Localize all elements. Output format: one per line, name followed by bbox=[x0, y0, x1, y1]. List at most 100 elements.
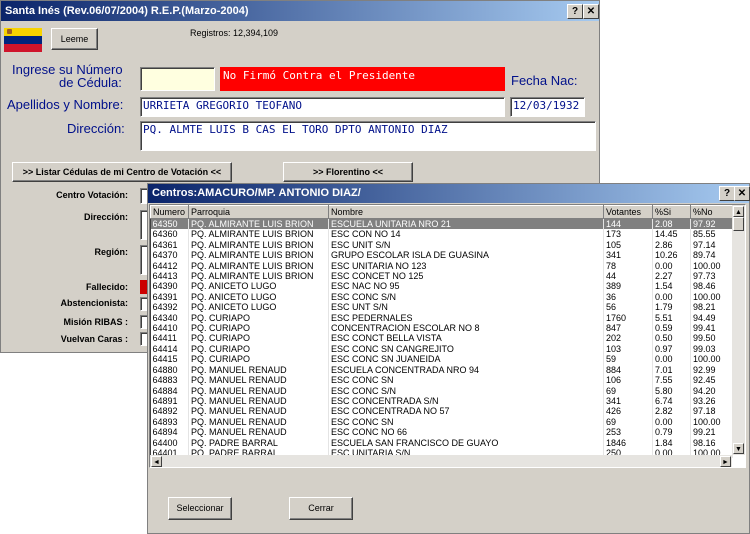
direccion-field[interactable]: PQ. ALMTE LUIS B CAS EL TORO DPTO ANTONI… bbox=[140, 121, 596, 151]
table-row[interactable]: 64880 PQ. MANUEL RENAUD ESCUELA CONCENTRAD… bbox=[150, 364, 733, 376]
cerrar-button[interactable]: Cerrar bbox=[289, 497, 353, 520]
table-row[interactable]: 64414 PQ. CURIAPO ESC CONC SN CANGREJITO 10… bbox=[150, 343, 733, 355]
table-cell: PQ. CURIAPO bbox=[188, 312, 329, 324]
table-cell: 884 bbox=[603, 364, 653, 376]
nombre-field[interactable]: URRIETA GREGORIO TEOFANO bbox=[140, 97, 505, 117]
table-row[interactable]: 64350 PQ. ALMIRANTE LUIS BRION ESCUELA UNI… bbox=[150, 218, 733, 230]
table-cell: PQ. ALMIRANTE LUIS BRION bbox=[188, 229, 329, 240]
table-row[interactable]: 64892 PQ. MANUEL RENAUD ESC CONCENTRADA NO… bbox=[150, 406, 733, 417]
table-row[interactable]: 64370 PQ. ALMIRANTE LUIS BRION GRUPO ESCOL… bbox=[150, 250, 733, 261]
table-cell: 64883 bbox=[150, 375, 189, 386]
table-row[interactable]: 64410 PQ. CURIAPO CONCENTRACION ESCOLAR NO… bbox=[150, 323, 733, 334]
column-header-nombre[interactable]: Nombre bbox=[328, 205, 604, 219]
table-cell: PQ. MANUEL RENAUD bbox=[188, 427, 329, 438]
seleccionar-button[interactable]: Seleccionar bbox=[168, 497, 232, 520]
table-row[interactable]: 64893 PQ. MANUEL RENAUD ESC CONC SN 69 0.00 1… bbox=[150, 416, 733, 428]
table-row[interactable]: 64894 PQ. MANUEL RENAUD ESC CONC NO 66 253 0… bbox=[150, 427, 733, 438]
centros-titlebar[interactable]: Centros:AMACURO/MP. ANTONIO DIAZ/ bbox=[148, 184, 749, 203]
centros-close-button[interactable]: ✕ bbox=[734, 186, 750, 201]
table-row[interactable]: 64891 PQ. MANUEL RENAUD ESC CONCENTRADA S/… bbox=[150, 395, 733, 407]
table-cell: PQ. CURIAPO bbox=[188, 354, 329, 365]
table-cell: ESC CONC SN bbox=[328, 416, 604, 428]
table-cell: 56 bbox=[603, 302, 653, 313]
table-cell: ESC CON NO 14 bbox=[328, 229, 604, 240]
table-cell: PQ. ALMIRANTE LUIS BRION bbox=[188, 260, 329, 272]
table-cell: 69 bbox=[603, 385, 653, 396]
flag-coat-of-arms bbox=[7, 29, 12, 34]
table-cell: ESC CONCT BELLA VISTA bbox=[328, 333, 604, 344]
table-cell: ESC CONC S/N bbox=[328, 291, 604, 303]
column-header-no[interactable]: %No bbox=[690, 205, 733, 219]
centros-help-button[interactable]: ? bbox=[719, 186, 735, 201]
table-cell: ESC UNITARIA NO 123 bbox=[328, 260, 604, 272]
table-row[interactable]: 64392 PQ. ANICETO LUGO ESC UNT S/N 56 1.79 98… bbox=[150, 302, 733, 313]
vertical-scrollbar[interactable] bbox=[732, 205, 745, 455]
centros-title: Centros:AMACURO/MP. ANTONIO DIAZ/ bbox=[152, 187, 361, 199]
table-row[interactable]: 64412 PQ. ALMIRANTE LUIS BRION ESC UNITARI… bbox=[150, 260, 733, 272]
vuelvan-caras-label: Vuelvan Caras : bbox=[60, 334, 128, 344]
table-cell: 0.00 bbox=[652, 260, 691, 272]
fecha-nac-field[interactable]: 12/03/1932 bbox=[510, 97, 585, 117]
column-header-numero[interactable]: Numero bbox=[150, 205, 189, 219]
column-header-parroquia[interactable]: Parroquia bbox=[188, 205, 329, 219]
table-cell: 97.14 bbox=[690, 239, 733, 251]
table-cell: 7.01 bbox=[652, 364, 691, 376]
table-cell: ESC CONC NO 66 bbox=[328, 427, 604, 438]
table-row[interactable]: 64411 PQ. CURIAPO ESC CONCT BELLA VISTA 202… bbox=[150, 333, 733, 344]
column-header-si[interactable]: %Si bbox=[652, 205, 691, 219]
table-cell: 64370 bbox=[150, 250, 189, 261]
table-cell: 94.20 bbox=[690, 385, 733, 396]
table-cell: 341 bbox=[603, 250, 653, 261]
table-cell: 0.97 bbox=[652, 343, 691, 355]
table-cell: 2.08 bbox=[652, 218, 691, 230]
table-cell: ESC CONCENTRADA S/N bbox=[328, 395, 604, 407]
table-cell: 0.59 bbox=[652, 323, 691, 334]
table-row[interactable]: 64340 PQ. CURIAPO ESC PEDERNALES 1760 5.51 94… bbox=[150, 312, 733, 324]
table-row[interactable]: 64883 PQ. MANUEL RENAUD ESC CONC SN 106 7.55… bbox=[150, 375, 733, 386]
table-cell: 99.03 bbox=[690, 343, 733, 355]
scroll-left-button[interactable]: ◄ bbox=[151, 456, 162, 467]
table-cell: 64340 bbox=[150, 312, 189, 324]
table-row[interactable]: 64884 PQ. MANUEL RENAUD ESC CONC S/N 69 5.80… bbox=[150, 385, 733, 396]
listar-cedulas-button[interactable]: >> Listar Cédulas de mi Centro de Votaci… bbox=[12, 162, 232, 182]
table-row[interactable]: 64413 PQ. ALMIRANTE LUIS BRION ESC CONCET … bbox=[150, 271, 733, 282]
table-cell: PQ. MANUEL RENAUD bbox=[188, 385, 329, 396]
table-cell: 99.50 bbox=[690, 333, 733, 344]
main-close-button[interactable]: ✕ bbox=[583, 4, 599, 19]
scroll-thumb-vertical[interactable] bbox=[733, 217, 744, 231]
table-cell: PQ. ALMIRANTE LUIS BRION bbox=[188, 250, 329, 261]
table-row[interactable]: 64415 PQ. CURIAPO ESC CONC SN JUANEIDA 59 0.… bbox=[150, 354, 733, 365]
table-cell: 64892 bbox=[150, 406, 189, 417]
table-cell: 253 bbox=[603, 427, 653, 438]
scroll-down-button[interactable]: ▼ bbox=[733, 443, 744, 454]
table-cell: PQ. ALMIRANTE LUIS BRION bbox=[188, 271, 329, 282]
main-titlebar[interactable]: Santa Inés (Rev.06/07/2004) R.E.P.(Marzo… bbox=[1, 1, 599, 21]
scroll-right-button[interactable]: ► bbox=[720, 456, 731, 467]
table-row[interactable]: 64361 PQ. ALMIRANTE LUIS BRION ESC UNIT S/… bbox=[150, 239, 733, 251]
horizontal-scrollbar[interactable] bbox=[150, 455, 732, 467]
table-cell: ESC CONCENTRADA NO 57 bbox=[328, 406, 604, 417]
table-cell: 847 bbox=[603, 323, 653, 334]
table-cell: PQ. CURIAPO bbox=[188, 333, 329, 344]
table-row[interactable]: 64360 PQ. ALMIRANTE LUIS BRION ESC CON NO … bbox=[150, 229, 733, 240]
leeme-button[interactable]: Leeme bbox=[51, 28, 98, 50]
florentino-button[interactable]: >> Florentino << bbox=[283, 162, 413, 182]
table-cell: 0.00 bbox=[652, 354, 691, 365]
table-cell: 6.74 bbox=[652, 395, 691, 407]
cedula-input[interactable] bbox=[140, 67, 215, 91]
main-help-button[interactable]: ? bbox=[567, 4, 583, 19]
table-cell: 202 bbox=[603, 333, 653, 344]
flag-stripe-blue bbox=[4, 36, 42, 44]
table-cell: ESC UNT S/N bbox=[328, 302, 604, 313]
table-cell: ESC CONCET NO 125 bbox=[328, 271, 604, 282]
column-header-votantes[interactable]: Votantes bbox=[603, 205, 653, 219]
table-row[interactable]: 64390 PQ. ANICETO LUGO ESC NAC NO 95 389 1.5… bbox=[150, 281, 733, 292]
table-row[interactable]: 64400 PQ. PADRE BARRAL ESCUELA SAN FRANCIS… bbox=[150, 437, 733, 448]
table-cell: GRUPO ESCOLAR ISLA DE GUASINA bbox=[328, 250, 604, 261]
table-row[interactable]: 64391 PQ. ANICETO LUGO ESC CONC S/N 36 0.00 1… bbox=[150, 291, 733, 303]
flag-stripe-red bbox=[4, 44, 42, 52]
mision-ribas-label: Misión RIBAS : bbox=[63, 317, 129, 327]
abstencionista-label: Abstencionista: bbox=[60, 298, 128, 308]
scroll-up-button[interactable]: ▲ bbox=[733, 206, 744, 217]
table-cell: 97.73 bbox=[690, 271, 733, 282]
